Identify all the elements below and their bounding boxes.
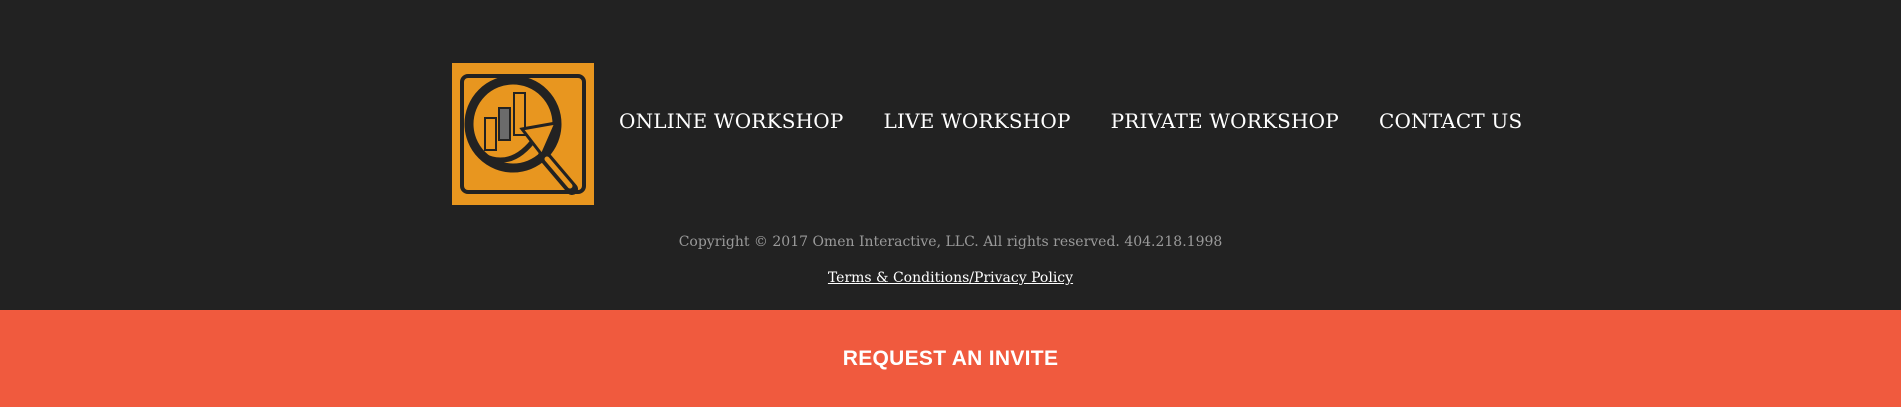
footer-nav: ONLINE WORKSHOP LIVE WORKSHOP PRIVATE WO… xyxy=(619,109,1522,133)
terms-privacy-link[interactable]: Terms & Conditions/Privacy Policy xyxy=(828,270,1073,286)
terms-container: Terms & Conditions/Privacy Policy xyxy=(0,267,1901,286)
nav-private-workshop[interactable]: PRIVATE WORKSHOP xyxy=(1111,109,1339,133)
nav-contact-us[interactable]: CONTACT US xyxy=(1379,109,1522,133)
nav-live-workshop[interactable]: LIVE WORKSHOP xyxy=(883,109,1070,133)
site-footer: ONLINE WORKSHOP LIVE WORKSHOP PRIVATE WO… xyxy=(0,0,1901,310)
copyright-text: Copyright © 2017 Omen Interactive, LLC. … xyxy=(678,234,1223,250)
request-invite-button[interactable]: REQUEST AN INVITE xyxy=(0,310,1901,407)
logo-magnifying-glass-chart-icon[interactable] xyxy=(452,63,594,205)
request-invite-label: REQUEST AN INVITE xyxy=(842,346,1059,370)
nav-online-workshop[interactable]: ONLINE WORKSHOP xyxy=(619,109,843,133)
